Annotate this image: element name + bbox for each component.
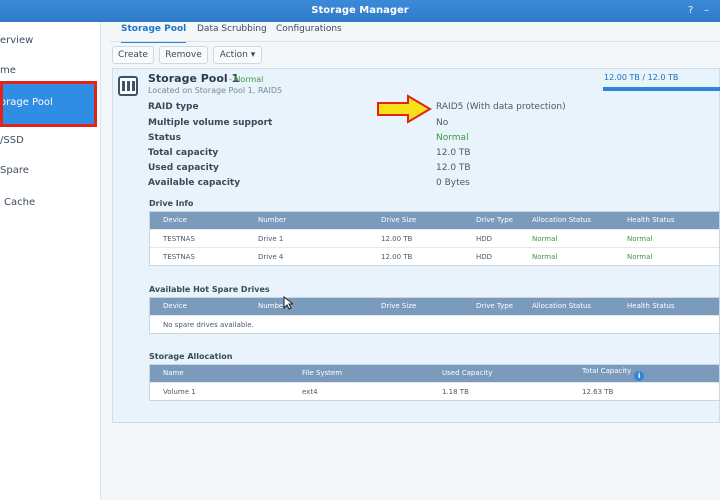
column-header-total-capacity[interactable]: Total Capacity i xyxy=(582,367,645,381)
column-header[interactable]: Drive Size xyxy=(381,216,416,224)
sidebar-item-hdd-ssd[interactable]: /SSD xyxy=(0,126,100,156)
table-row[interactable]: TESTNAS Drive 1 12.00 TB HDD Normal Norm… xyxy=(150,229,719,247)
pool-title: Storage Pool 1 xyxy=(148,72,240,85)
column-header: Total Capacity xyxy=(582,367,632,375)
sidebar-item-label: erview xyxy=(0,35,34,46)
column-header[interactable]: Drive Type xyxy=(476,216,513,224)
cell-health-status: Normal xyxy=(627,235,653,243)
cell-file-system: ext4 xyxy=(302,388,318,396)
prop-label-multiple-volume: Multiple volume support xyxy=(148,118,273,128)
window-title: Storage Manager xyxy=(311,5,409,16)
cell-health-status: Normal xyxy=(627,253,653,261)
sidebar-item-label: Spare xyxy=(0,165,29,176)
drive-info-table: Device Number Drive Size Drive Type Allo… xyxy=(149,211,720,266)
sidebar-item-label: /SSD xyxy=(0,135,24,146)
storage-allocation-table: Name File System Used Capacity Total Cap… xyxy=(149,364,720,401)
column-header[interactable]: Drive Type xyxy=(476,302,513,310)
column-header[interactable]: Allocation Status xyxy=(532,302,591,310)
prop-label-total-capacity: Total capacity xyxy=(148,148,219,158)
usage-bar xyxy=(603,87,720,91)
remove-button[interactable]: Remove xyxy=(159,46,208,64)
column-header[interactable]: Device xyxy=(163,216,187,224)
prop-value-multiple-volume: No xyxy=(436,118,449,128)
cell-total-capacity: 12.63 TB xyxy=(582,388,614,396)
cell-allocation-status: Normal xyxy=(532,253,558,261)
column-header[interactable]: Number xyxy=(258,216,286,224)
prop-value-total-capacity: 12.0 TB xyxy=(436,148,471,158)
prop-value-status: Normal xyxy=(436,133,469,143)
column-header[interactable]: Health Status xyxy=(627,216,675,224)
table-row[interactable]: TESTNAS Drive 4 12.00 TB HDD Normal Norm… xyxy=(150,247,719,265)
cell-device: TESTNAS xyxy=(163,253,195,261)
create-button[interactable]: Create xyxy=(112,46,154,64)
info-icon[interactable]: i xyxy=(634,371,645,381)
help-button[interactable]: ? xyxy=(688,5,693,16)
sidebar-item-ssd-cache[interactable]: Cache xyxy=(0,188,100,218)
minimize-button[interactable]: – xyxy=(704,5,709,16)
prop-label-raid-type: RAID type xyxy=(148,102,199,112)
column-header[interactable]: Name xyxy=(163,369,184,377)
sidebar-item-hot-spare[interactable]: Spare xyxy=(0,156,100,186)
sidebar-item-overview[interactable]: erview xyxy=(0,26,100,56)
prop-label-available-capacity: Available capacity xyxy=(148,178,241,188)
cell-used-capacity: 1.18 TB xyxy=(442,388,469,396)
column-header[interactable]: Device xyxy=(163,302,187,310)
column-header[interactable]: Health Status xyxy=(627,302,675,310)
prop-value-used-capacity: 12.0 TB xyxy=(436,163,471,173)
sidebar-item-label: Cache xyxy=(4,197,36,208)
table-row[interactable]: Volume 1 ext4 1.18 TB 12.63 TB xyxy=(150,382,719,400)
storage-pool-icon xyxy=(118,76,138,96)
usage-text: 12.00 TB / 12.0 TB xyxy=(604,73,679,82)
column-header[interactable]: Used Capacity xyxy=(442,369,492,377)
cell-drive-size: 12.00 TB xyxy=(381,253,413,261)
prop-value-raid-type: RAID5 (With data protection) xyxy=(436,102,566,112)
pool-status: - Normal xyxy=(229,75,264,84)
hot-spare-title: Available Hot Spare Drives xyxy=(149,285,270,294)
annotation-highlight-box xyxy=(0,81,97,127)
drive-info-title: Drive Info xyxy=(149,199,194,208)
column-header[interactable]: Drive Size xyxy=(381,302,416,310)
usage-bar-fill xyxy=(603,87,720,91)
cell-name: Volume 1 xyxy=(163,388,196,396)
tab-data-scrubbing[interactable]: Data Scrubbing xyxy=(197,18,267,42)
cell-drive-type: HDD xyxy=(476,253,493,261)
sidebar-item-label: me xyxy=(0,65,16,76)
window-titlebar: Storage Manager ? – xyxy=(0,0,720,22)
cell-device: TESTNAS xyxy=(163,235,195,243)
column-header[interactable]: Number xyxy=(258,302,286,310)
storage-allocation-title: Storage Allocation xyxy=(149,352,233,361)
pool-location: Located on Storage Pool 1, RAID5 xyxy=(148,86,283,95)
column-header[interactable]: Allocation Status xyxy=(532,216,591,224)
tab-storage-pool[interactable]: Storage Pool xyxy=(121,18,187,43)
empty-message: No spare drives available. xyxy=(163,321,254,329)
empty-row: No spare drives available. xyxy=(150,315,719,333)
table-header: Name File System Used Capacity Total Cap… xyxy=(150,365,719,382)
tab-configurations[interactable]: Configurations xyxy=(276,18,342,42)
tab-divider xyxy=(110,41,720,42)
annotation-arrow-icon xyxy=(377,94,432,124)
cell-number: Drive 1 xyxy=(258,235,284,243)
action-button[interactable]: Action ▾ xyxy=(213,46,262,64)
prop-label-used-capacity: Used capacity xyxy=(148,163,219,173)
prop-label-status: Status xyxy=(148,133,181,143)
cell-drive-type: HDD xyxy=(476,235,493,243)
cell-drive-size: 12.00 TB xyxy=(381,235,413,243)
mouse-cursor-icon xyxy=(283,296,293,310)
hot-spare-table: Device Number Drive Size Drive Type Allo… xyxy=(149,297,720,334)
column-header[interactable]: File System xyxy=(302,369,342,377)
prop-value-available-capacity: 0 Bytes xyxy=(436,178,470,188)
cell-number: Drive 4 xyxy=(258,253,284,261)
table-header: Device Number Drive Size Drive Type Allo… xyxy=(150,298,719,315)
table-header: Device Number Drive Size Drive Type Allo… xyxy=(150,212,719,229)
cell-allocation-status: Normal xyxy=(532,235,558,243)
